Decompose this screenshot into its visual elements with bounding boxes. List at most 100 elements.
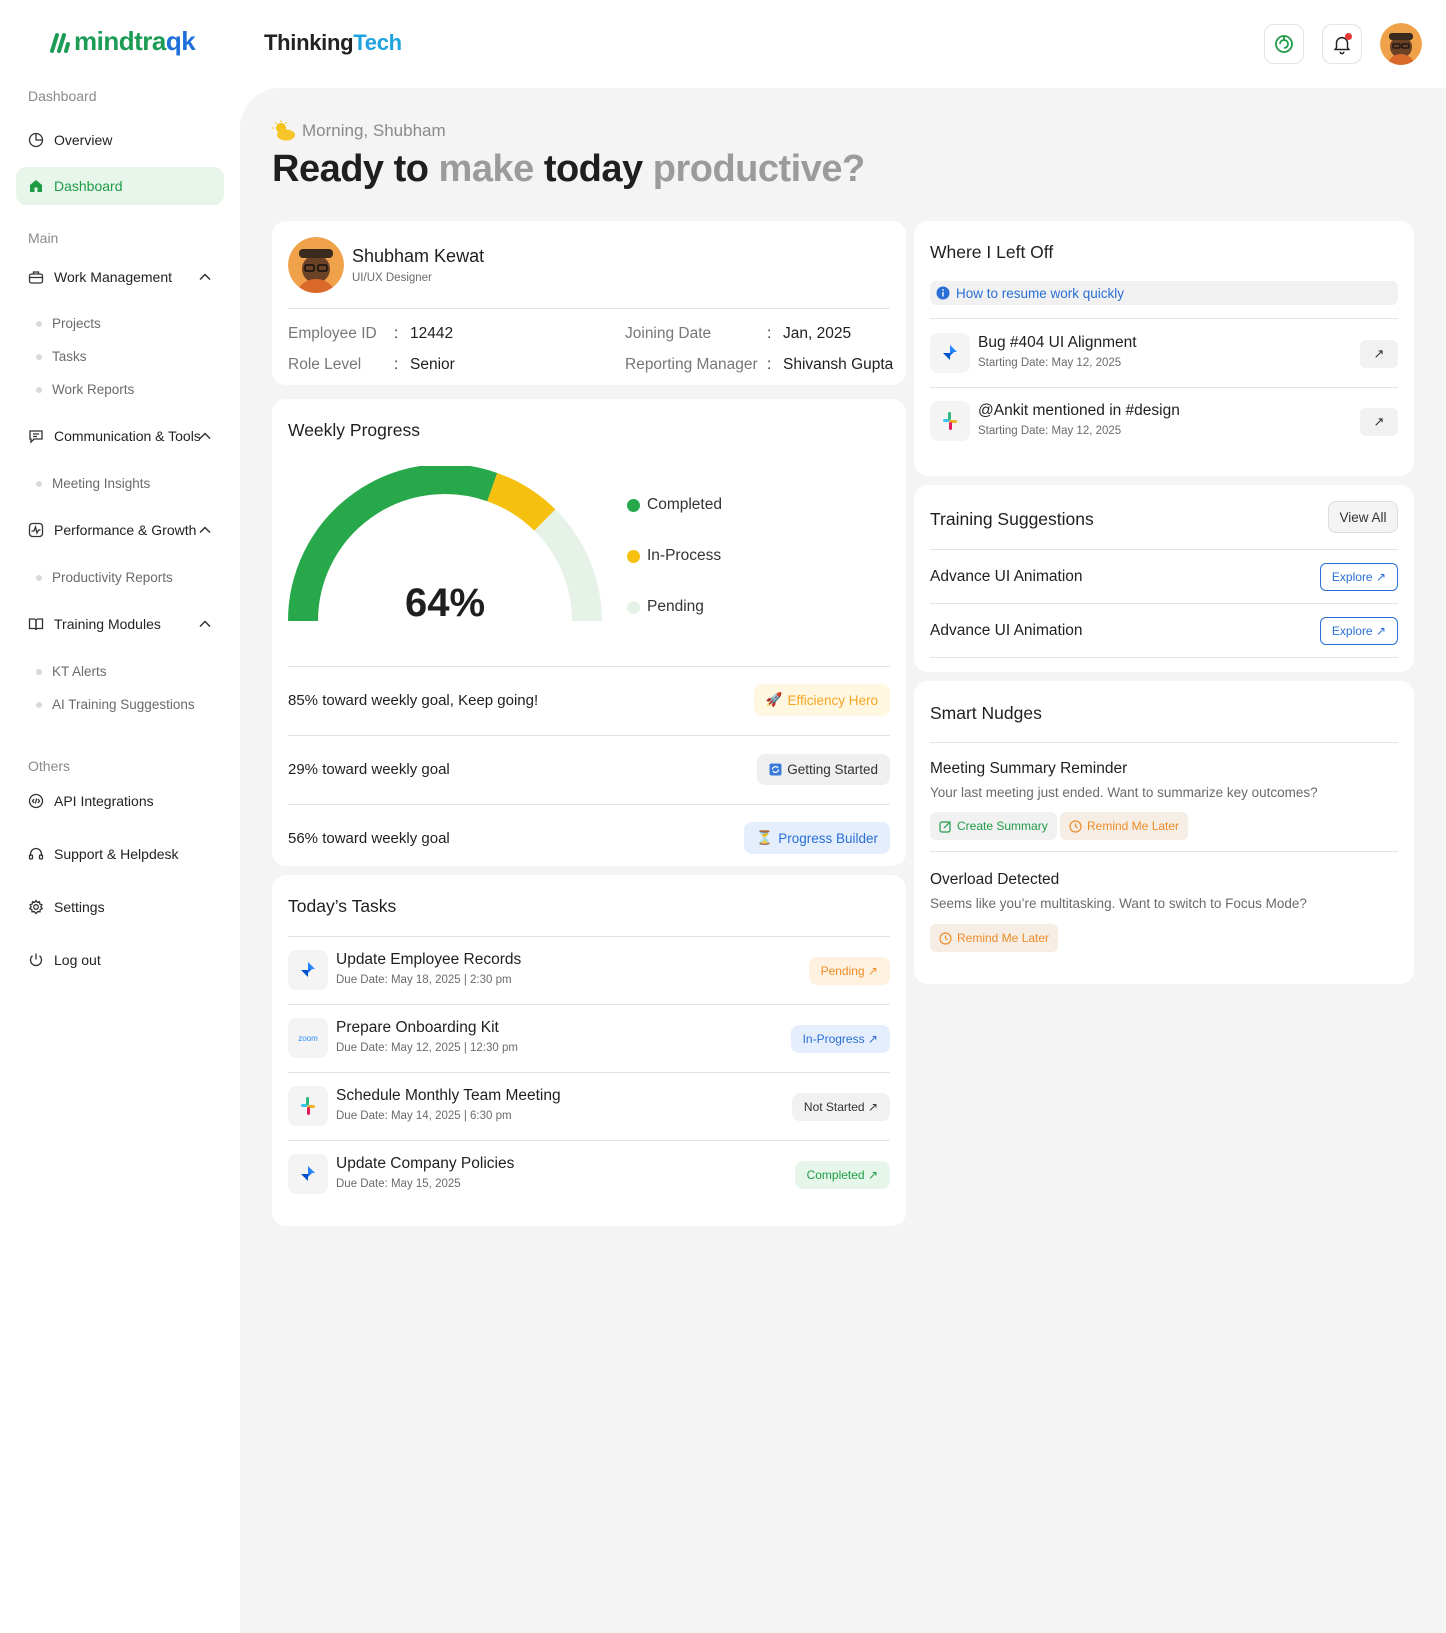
resume-help-link[interactable]: How to resume work quickly — [930, 281, 1398, 305]
sidebar-item-logout[interactable]: Log out — [16, 941, 224, 979]
notifications-button[interactable] — [1322, 24, 1362, 64]
legend-label: Completed — [647, 496, 722, 513]
divider — [288, 308, 890, 309]
slack-icon — [288, 1086, 328, 1126]
hourglass-icon: ⏳ — [756, 830, 774, 845]
sidebar-subitem-meeting-insights[interactable]: Meeting Insights — [36, 476, 150, 491]
goal-text: 29% toward weekly goal — [288, 760, 450, 778]
left-off-item[interactable]: @Ankit mentioned in #design Starting Dat… — [930, 388, 1398, 454]
sidebar-subitem-tasks[interactable]: Tasks — [36, 349, 87, 364]
ai-assistant-button[interactable] — [1264, 24, 1304, 64]
sidebar-item-dashboard[interactable]: Dashboard — [16, 167, 224, 205]
smart-nudges-card: Smart Nudges Meeting Summary Reminder Yo… — [914, 681, 1414, 984]
bullet-dot — [36, 353, 42, 360]
chevron-up-icon[interactable] — [198, 270, 212, 284]
status-pending-button[interactable]: Pending ↗ — [808, 957, 890, 985]
card-title: Weekly Progress — [288, 420, 420, 440]
jira-icon — [930, 333, 970, 373]
divider — [930, 318, 1398, 319]
sidebar-subitem-projects[interactable]: Projects — [36, 316, 101, 331]
profile-name: Shubham Kewat — [352, 246, 485, 266]
gear-icon — [28, 899, 44, 915]
clock-icon — [1069, 819, 1082, 833]
top-actions — [1264, 23, 1422, 65]
info-icon — [936, 286, 950, 300]
chevron-up-icon[interactable] — [198, 617, 212, 631]
sidebar-subitem-work-reports[interactable]: Work Reports — [36, 382, 134, 397]
sidebar-item-label: Dashboard — [54, 178, 123, 194]
sidebar-item-api-integrations[interactable]: API Integrations — [16, 782, 224, 820]
sidebar-item-label: Communication & Tools — [54, 428, 201, 444]
sidebar-item-training-modules[interactable]: Training Modules — [16, 605, 224, 643]
sidebar-subitem-label: Meeting Insights — [52, 476, 151, 491]
left-off-item[interactable]: Bug #404 UI Alignment Starting Date: May… — [930, 320, 1398, 386]
field-label: Reporting Manager — [625, 356, 758, 373]
briefcase-icon — [28, 271, 44, 284]
sidebar-subitem-label: Work Reports — [52, 382, 135, 397]
create-summary-button[interactable]: Create Summary — [930, 812, 1057, 840]
remind-me-later-button[interactable]: Remind Me Later — [1060, 812, 1189, 840]
badge-getting-started: Getting Started — [757, 753, 890, 785]
joining-date-field: Joining Date : Jan, 2025 — [625, 325, 851, 343]
task-due-date: Due Date: May 15, 2025 — [336, 1178, 461, 1190]
arrow-up-right-icon: ↗ — [1373, 414, 1385, 429]
avatar-illustration — [1380, 23, 1422, 65]
explore-button[interactable]: Explore ↗ — [1319, 562, 1398, 591]
greeting-text: Morning, Shubham — [302, 121, 446, 140]
user-avatar[interactable] — [1380, 23, 1422, 65]
sidebar-subitem-productivity-reports[interactable]: Productivity Reports — [36, 570, 173, 585]
sidebar-item-performance[interactable]: Performance & Growth — [16, 511, 224, 549]
nudge-title: Overload Detected — [930, 871, 1060, 888]
sidebar-item-settings[interactable]: Settings — [16, 888, 224, 926]
open-item-button[interactable]: ↗ — [1360, 340, 1398, 368]
goal-text: 85% toward weekly goal, Keep going! — [288, 691, 539, 709]
role-level-field: Role Level : Senior — [288, 356, 455, 374]
view-all-button[interactable]: View All — [1328, 501, 1398, 533]
task-row[interactable]: zoom Prepare Onboarding Kit Due Date: Ma… — [288, 1005, 890, 1071]
explore-button[interactable]: Explore ↗ — [1319, 616, 1398, 645]
bullet-dot — [36, 320, 42, 327]
sidebar-subitem-ai-training[interactable]: AI Training Suggestions — [36, 697, 195, 712]
mindtraqk-logo[interactable]: mindtraqk — [50, 26, 196, 57]
jira-icon — [288, 1154, 328, 1194]
todays-tasks-card: Today’s Tasks Update Employee Records Du… — [272, 875, 906, 1226]
sidebar: Dashboard Overview Dashboard Main Work M… — [0, 88, 240, 1633]
field-colon: : — [767, 325, 772, 342]
task-row[interactable]: Update Employee Records Due Date: May 18… — [288, 937, 890, 1003]
bullet-dot — [36, 701, 42, 708]
remind-me-later-button[interactable]: Remind Me Later — [930, 924, 1059, 952]
status-not-started-button[interactable]: Not Started ↗ — [791, 1093, 890, 1121]
legend-pending: Pending — [627, 598, 704, 616]
chevron-up-icon[interactable] — [198, 523, 212, 537]
status-completed-button[interactable]: Completed ↗ — [794, 1161, 890, 1189]
sidebar-subitem-kt-alerts[interactable]: KT Alerts — [36, 664, 107, 679]
arrow-up-right-icon: ↗ — [1373, 346, 1385, 361]
ai-spark-icon — [1275, 35, 1293, 53]
bullet-dot — [36, 574, 42, 581]
bullet-dot — [36, 668, 42, 675]
training-title: Advance UI Animation — [930, 621, 1083, 639]
sidebar-item-overview[interactable]: Overview — [16, 121, 224, 159]
open-item-button[interactable]: ↗ — [1360, 408, 1398, 436]
goal-row: 56% toward weekly goal ⏳ Progress Builder — [288, 805, 890, 871]
headset-icon — [28, 847, 44, 860]
sidebar-item-label: API Integrations — [54, 793, 154, 809]
task-row[interactable]: Update Company Policies Due Date: May 15… — [288, 1141, 890, 1207]
sidebar-item-label: Settings — [54, 899, 105, 915]
task-row[interactable]: Schedule Monthly Team Meeting Due Date: … — [288, 1073, 890, 1139]
gauge-inprocess-arc — [486, 472, 556, 531]
training-suggestions-card: Training Suggestions View All Advance UI… — [914, 485, 1414, 672]
sidebar-item-work-management[interactable]: Work Management — [16, 258, 224, 296]
sidebar-item-label: Overview — [54, 132, 113, 148]
sidebar-item-support[interactable]: Support & Helpdesk — [16, 835, 224, 873]
status-in-progress-button[interactable]: In-Progress ↗ — [790, 1025, 890, 1053]
reporting-manager-field: Reporting Manager : Shivansh Gupta — [625, 356, 893, 374]
sidebar-item-communication[interactable]: Communication & Tools — [16, 417, 224, 455]
nudge-title: Meeting Summary Reminder — [930, 760, 1128, 777]
legend-swatch — [627, 549, 640, 563]
field-value: 12442 — [410, 325, 454, 342]
field-colon: : — [394, 325, 399, 342]
task-due-date: Due Date: May 12, 2025 | 12:30 pm — [336, 1042, 518, 1054]
chevron-up-icon[interactable] — [198, 429, 212, 443]
training-row: Advance UI Animation Explore ↗ — [930, 550, 1398, 603]
